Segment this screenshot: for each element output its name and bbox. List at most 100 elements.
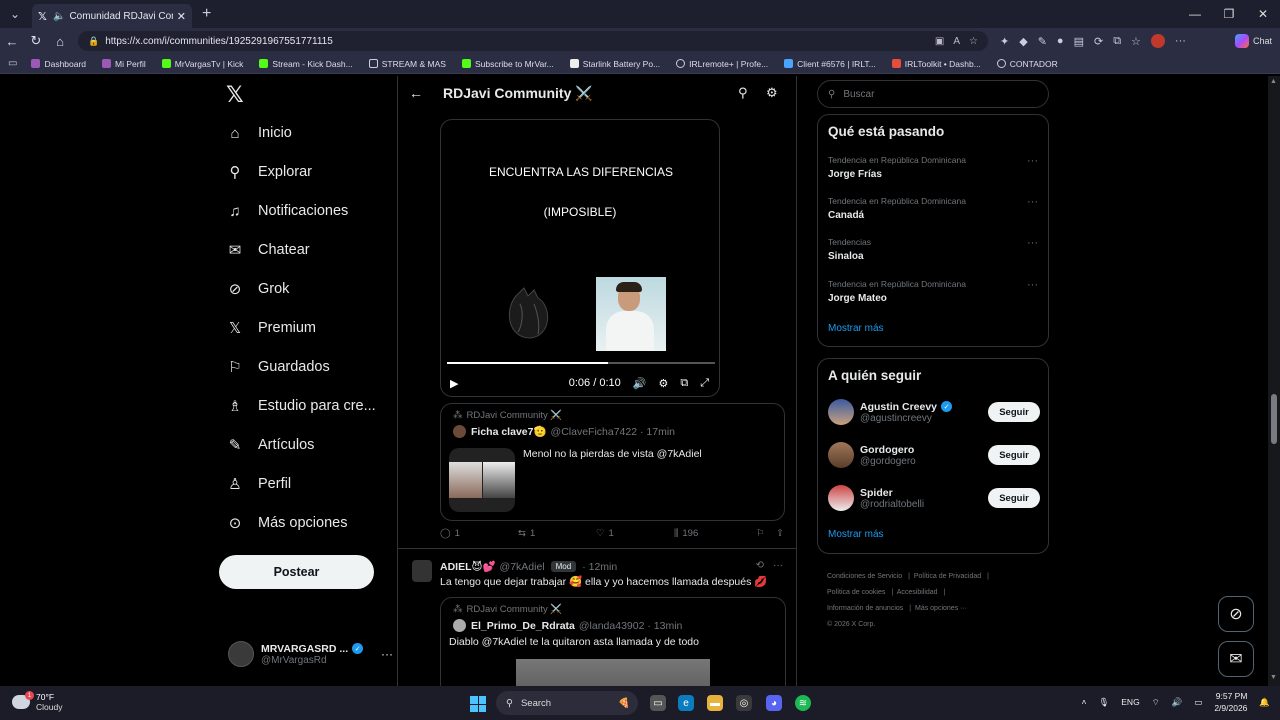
follow-button[interactable]: Seguir [988, 445, 1040, 465]
trend-item[interactable]: Tendencia en República Dominicana Jorge … [828, 279, 1040, 304]
nav-estudio[interactable]: ♗ Estudio para cre... [226, 397, 375, 415]
menu-dots-icon[interactable]: ··· [1175, 35, 1186, 47]
grok-icon[interactable]: ⟲ [756, 560, 764, 571]
extension-icon[interactable]: ✦ [1000, 35, 1009, 48]
follow-suggestion[interactable]: Agustin Creevy ✓ @agustincreevy Seguir [828, 397, 1040, 427]
follow-button[interactable]: Seguir [988, 488, 1040, 508]
gear-icon[interactable]: ⚙ [766, 85, 778, 101]
like-button[interactable]: ♡ 1 [596, 528, 674, 539]
footer-link[interactable]: Condiciones de Servicio [827, 573, 902, 580]
media-image[interactable] [516, 659, 710, 686]
minimize-icon[interactable]: — [1178, 0, 1212, 28]
weather-widget[interactable]: 1 70°F Cloudy [12, 691, 62, 712]
bookmark[interactable]: Subscribe to MrVar... [461, 59, 554, 69]
nav-chatear[interactable]: ✉ Chatear [226, 241, 310, 259]
nav-explorar[interactable]: ⚲ Explorar [226, 163, 313, 181]
collections-icon[interactable]: ⧉ [1113, 35, 1121, 48]
video-progress-bar[interactable] [447, 362, 715, 364]
new-tab-icon[interactable]: + [202, 5, 211, 23]
bookmark[interactable]: Starlink Battery Po... [569, 59, 660, 69]
repost-button[interactable]: ⇆ 1 [518, 528, 596, 539]
close-tab-icon[interactable]: ✕ [177, 10, 186, 23]
taskbar-search[interactable]: ⚲ Search 🍕 [496, 691, 638, 715]
nav-articulos[interactable]: ✎ Artículos [226, 436, 315, 454]
notifications-icon[interactable]: 🔔 [1259, 697, 1270, 708]
refresh-icon[interactable]: ↻ [24, 33, 48, 49]
home-icon[interactable]: ⌂ [48, 34, 72, 49]
follow-suggestion[interactable]: Spider @rodrialtobelli Seguir [828, 483, 1040, 513]
play-icon[interactable]: ▶ [450, 377, 458, 390]
x-logo-icon[interactable]: 𝕏 [226, 82, 244, 108]
chevron-up-icon[interactable]: ˄ [1082, 697, 1087, 707]
url-field[interactable]: 🔒 https://x.com/i/communities/1925291967… [78, 31, 988, 51]
show-more-link[interactable]: Mostrar más [828, 529, 884, 540]
reply-button[interactable]: ◯ 1 [440, 528, 518, 539]
media-thumbnail[interactable] [449, 448, 515, 512]
back-arrow-icon[interactable]: ← [409, 85, 423, 101]
bookmark-icon[interactable]: ⚐ [756, 528, 776, 539]
search-input[interactable]: ⚲ Buscar [817, 80, 1049, 108]
fullscreen-icon[interactable]: ⤢ [700, 377, 709, 390]
footer-link[interactable]: Política de cookies [827, 589, 885, 596]
battery-icon[interactable]: ▭ [1194, 697, 1202, 708]
views-button[interactable]: ⫼ 196 [674, 528, 756, 539]
video-player[interactable]: ENCUENTRA LAS DIFERENCIAS (IMPOSIBLE) ▶ … [440, 119, 720, 397]
nav-mas-opciones[interactable]: ⊙ Más opciones [226, 514, 348, 532]
read-aloud-icon[interactable]: A [953, 36, 960, 47]
edge-icon[interactable]: e [678, 695, 694, 711]
quoted-post[interactable]: ⁂ RDJavi Community ⚔️ Ficha clave7🫡 @Clav… [440, 403, 785, 521]
bookmarks-menu-icon[interactable]: ▭ [8, 58, 17, 69]
spotify-icon[interactable]: ≋ [795, 695, 811, 711]
volume-icon[interactable]: 🔊 [1172, 697, 1183, 708]
bookmark-folder[interactable]: STREAM & MAS [368, 59, 446, 69]
more-dots-icon[interactable]: ··· [381, 647, 393, 661]
nav-premium[interactable]: 𝕏 Premium [226, 319, 316, 337]
post-button[interactable]: Postear [219, 555, 374, 589]
bookmark[interactable]: Stream - Kick Dash... [259, 59, 353, 69]
tab-actions-icon[interactable]: ⌄ [4, 3, 26, 25]
back-icon[interactable]: ← [0, 34, 24, 49]
clock[interactable]: 9:57 PM 2/9/2026 [1214, 690, 1247, 714]
search-icon[interactable]: ⚲ [738, 85, 748, 101]
scroll-up-icon[interactable]: ▲ [1270, 78, 1277, 85]
extension-icon[interactable]: ◆ [1019, 35, 1027, 48]
footer-link[interactable]: Información de anuncios [827, 605, 903, 612]
more-dots-icon[interactable]: ··· [773, 560, 783, 571]
trend-item[interactable]: Tendencia en República Dominicana Canadá… [828, 196, 1040, 221]
follow-button[interactable]: Seguir [988, 402, 1040, 422]
extension-icon[interactable]: ✎ [1038, 35, 1047, 48]
trend-item[interactable]: Tendencias Sinaloa ··· [828, 237, 1040, 262]
settings-gear-icon[interactable]: ⚙ [658, 377, 668, 390]
file-explorer-icon[interactable]: ▬ [707, 695, 723, 711]
more-dots-icon[interactable]: ··· [1027, 279, 1038, 291]
share-icon[interactable]: ⇪ [776, 528, 784, 539]
volume-icon[interactable]: 🔊 [633, 377, 647, 390]
follow-suggestion[interactable]: Gordogero @gordogero Seguir [828, 440, 1040, 470]
wifi-icon[interactable]: ⌔ [1152, 697, 1160, 708]
account-switcher[interactable]: MRVARGASRD ... ✓ @MrVargasRd ··· [228, 641, 393, 667]
bookmark[interactable]: MrVargasTv | Kick [161, 59, 243, 69]
more-dots-icon[interactable]: ··· [1027, 155, 1038, 167]
language-indicator[interactable]: ENG [1121, 697, 1139, 707]
discord-icon[interactable]: ◕ [766, 695, 782, 711]
favorite-star-icon[interactable]: ☆ [969, 36, 978, 47]
favorites-icon[interactable]: ☆ [1131, 35, 1141, 48]
scrollbar-thumb[interactable] [1271, 394, 1277, 444]
bookmark[interactable]: Client #6576 | IRLT... [784, 59, 876, 69]
extension-icon[interactable]: ● [1057, 35, 1064, 47]
footer-link[interactable]: Más opciones ··· [915, 605, 967, 612]
bookmark[interactable]: Mi Perfil [102, 59, 146, 69]
grok-fab-icon[interactable]: ⊘ [1218, 596, 1254, 632]
copilot-chat-button[interactable]: Chat [1234, 34, 1272, 48]
scroll-down-icon[interactable]: ▼ [1270, 674, 1277, 681]
nav-perfil[interactable]: ♙ Perfil [226, 475, 291, 493]
microphone-icon[interactable]: 🎙 [1098, 697, 1109, 708]
browser-tab[interactable]: 𝕏 🔈 Comunidad RDJavi Communi ✕ [32, 4, 192, 28]
speaker-icon[interactable]: 🔈 [53, 11, 65, 22]
app-icon[interactable]: ◎ [736, 695, 752, 711]
more-dots-icon[interactable]: ··· [1027, 237, 1038, 249]
profile-avatar[interactable] [1150, 34, 1165, 48]
task-view-icon[interactable]: ▭ [650, 695, 666, 711]
show-more-link[interactable]: Mostrar más [828, 323, 884, 334]
extensions-puzzle-icon[interactable]: ⟳ [1094, 35, 1103, 48]
